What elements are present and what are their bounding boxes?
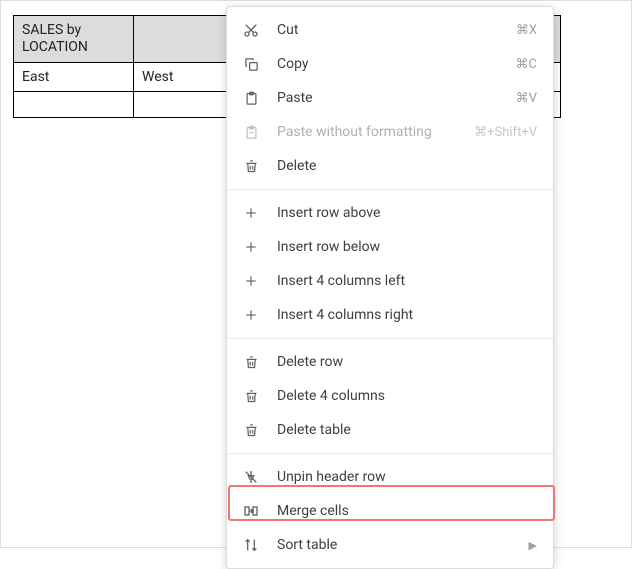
unpin-icon [241,467,261,487]
cut-icon [241,20,261,40]
menu-separator [227,189,553,190]
menu-label: Unpin header row [277,469,537,485]
menu-merge-cells[interactable]: Merge cells [227,494,553,528]
menu-label: Delete 4 columns [277,388,537,404]
menu-insert-row-below[interactable]: Insert row below [227,230,553,264]
menu-shortcut: ⌘C [516,57,537,72]
menu-insert-cols-left[interactable]: Insert 4 columns left [227,264,553,298]
menu-label: Merge cells [277,503,537,519]
sort-icon [241,535,261,555]
cell-east[interactable]: East [14,62,134,91]
menu-label: Delete row [277,354,537,370]
menu-delete-cols[interactable]: Delete 4 columns [227,379,553,413]
paste-icon [241,88,261,108]
paste-plain-icon [241,122,261,142]
menu-sort-table[interactable]: Sort table ▶ [227,528,553,562]
context-menu: Cut ⌘X Copy ⌘C Paste ⌘V Paste without fo… [226,6,554,569]
menu-paste-without-formatting: Paste without formatting ⌘+Shift+V [227,115,553,149]
cell[interactable] [14,91,134,117]
menu-shortcut: ⌘X [516,23,537,38]
cell-west[interactable]: West [134,62,241,91]
menu-copy[interactable]: Copy ⌘C [227,47,553,81]
menu-shortcut: ⌘+Shift+V [474,125,537,140]
menu-label: Insert row below [277,239,537,255]
trash-icon [241,420,261,440]
menu-delete-table[interactable]: Delete table [227,413,553,447]
plus-icon [241,237,261,257]
menu-label: Delete table [277,422,537,438]
menu-separator [227,338,553,339]
menu-delete-row[interactable]: Delete row [227,345,553,379]
menu-label: Insert row above [277,205,537,221]
cell[interactable] [134,91,241,117]
app-frame: SALES by LOCATION East West Cut [0,0,632,548]
menu-insert-cols-right[interactable]: Insert 4 columns right [227,298,553,332]
header-cell[interactable] [134,16,241,63]
menu-label: Sort table [277,537,529,553]
menu-unpin-header[interactable]: Unpin header row [227,460,553,494]
trash-icon [241,352,261,372]
merge-icon [241,501,261,521]
plus-icon [241,271,261,291]
menu-label: Insert 4 columns right [277,307,537,323]
plus-icon [241,203,261,223]
menu-separator [227,453,553,454]
menu-cut[interactable]: Cut ⌘X [227,13,553,47]
trash-icon [241,156,261,176]
copy-icon [241,54,261,74]
menu-label: Copy [277,56,516,72]
menu-paste[interactable]: Paste ⌘V [227,81,553,115]
trash-icon [241,386,261,406]
menu-delete[interactable]: Delete [227,149,553,183]
header-cell-title[interactable]: SALES by LOCATION [14,16,134,63]
menu-insert-row-above[interactable]: Insert row above [227,196,553,230]
menu-label: Delete [277,158,537,174]
menu-label: Paste without formatting [277,124,474,140]
menu-label: Insert 4 columns left [277,273,537,289]
plus-icon [241,305,261,325]
menu-shortcut: ⌘V [516,91,537,106]
menu-label: Paste [277,90,516,106]
menu-label: Cut [277,22,516,38]
